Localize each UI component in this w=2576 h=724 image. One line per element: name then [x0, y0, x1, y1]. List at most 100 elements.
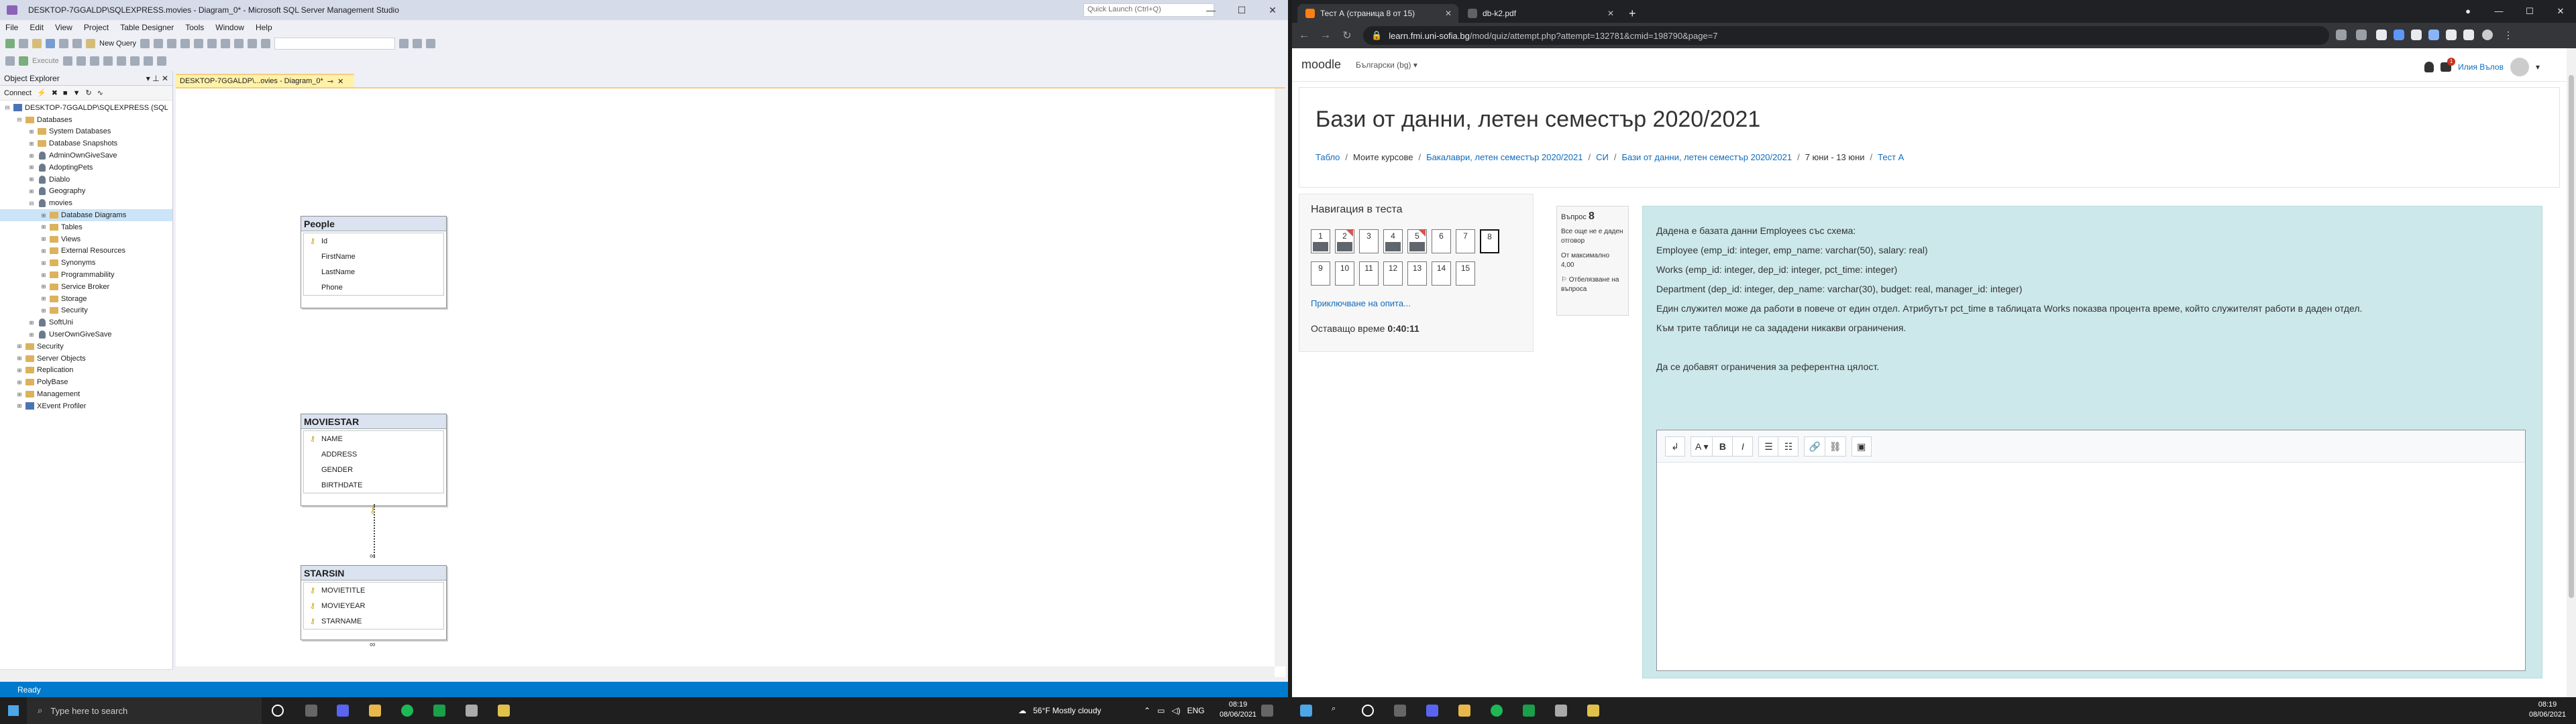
puzzle-icon[interactable]: [2463, 29, 2474, 40]
chrome-icon-2[interactable]: [1491, 705, 1503, 717]
connect-button[interactable]: Connect: [4, 89, 32, 97]
redo-icon[interactable]: [248, 39, 258, 48]
file-explorer-icon[interactable]: [369, 705, 381, 717]
new-tab-button[interactable]: +: [1623, 4, 1644, 23]
discord-icon-2[interactable]: [1426, 705, 1438, 717]
quiz-nav-button[interactable]: 14: [1432, 261, 1451, 286]
expander-icon[interactable]: ⊞: [28, 176, 35, 182]
expander-icon[interactable]: ⊞: [40, 272, 47, 278]
layout-icon[interactable]: [143, 56, 153, 66]
tree-node[interactable]: ⊟ DESKTOP-7GGALDP\SQLEXPRESS (SQL: [0, 102, 172, 114]
task-view-icon[interactable]: [305, 705, 317, 717]
taskbar-search[interactable]: ⌕ Type here to search: [27, 697, 262, 724]
expander-icon[interactable]: ⊟: [4, 105, 11, 111]
solution-config-combo[interactable]: [274, 38, 396, 50]
extension-icon[interactable]: [2376, 29, 2387, 40]
tab-close-icon[interactable]: ✕: [1607, 9, 1614, 18]
weather-widget[interactable]: ☁ 56°F Mostly cloudy: [1018, 697, 1102, 724]
undo-button[interactable]: ↲: [1665, 436, 1685, 457]
link-button[interactable]: 🔗: [1804, 436, 1825, 457]
table-column[interactable]: ⚷ STARNAME: [304, 613, 443, 629]
notification-icon[interactable]: [1261, 705, 1273, 717]
xbox-icon[interactable]: [433, 705, 445, 717]
cortana-icon-2[interactable]: [1362, 705, 1374, 717]
font-style-button[interactable]: A ▾: [1690, 436, 1713, 457]
quiz-nav-button[interactable]: 9: [1311, 261, 1330, 286]
menu-project[interactable]: Project: [84, 23, 109, 32]
table-column[interactable]: Phone: [304, 280, 443, 295]
expander-icon[interactable]: ⊞: [40, 213, 47, 219]
install-icon[interactable]: [2336, 29, 2347, 40]
expander-icon[interactable]: ⊟: [16, 117, 23, 123]
task-view-icon-2[interactable]: [1394, 705, 1406, 717]
user-name[interactable]: Илия Вълов: [2458, 62, 2504, 72]
quiz-nav-button[interactable]: 13: [1407, 261, 1427, 286]
reload-icon[interactable]: ↻: [1338, 29, 1356, 42]
chrome-icon[interactable]: [401, 705, 413, 717]
answer-editor[interactable]: ↲ A ▾ B I ☰ ☷ 🔗 ⛓ ▣: [1656, 430, 2526, 671]
tree-node[interactable]: ⊞ UserOwnGiveSave: [0, 328, 172, 341]
quiz-nav-button[interactable]: 8: [1480, 229, 1499, 253]
db-query-icon[interactable]: [140, 39, 150, 48]
tree-node[interactable]: ⊞ Programmability: [0, 269, 172, 281]
unlink-button[interactable]: ⛓: [1825, 436, 1846, 457]
expander-icon[interactable]: ⊞: [28, 332, 35, 338]
expander-icon[interactable]: ⊞: [40, 248, 47, 254]
quiz-nav-button[interactable]: 2: [1335, 229, 1354, 253]
avatar[interactable]: [2510, 58, 2529, 76]
refresh-icon[interactable]: ↻: [85, 88, 91, 97]
menu-window[interactable]: Window: [215, 23, 244, 32]
tree-node[interactable]: ⊞ PolyBase: [0, 376, 172, 388]
table-column[interactable]: ⚷ Id: [304, 233, 443, 249]
network-icon[interactable]: ▭: [1157, 706, 1165, 715]
profile-icon[interactable]: [2482, 29, 2493, 40]
table-column[interactable]: LastName: [304, 264, 443, 280]
bell-icon[interactable]: [2424, 62, 2434, 72]
extension-icon-4[interactable]: [2428, 29, 2439, 40]
paste-icon[interactable]: [221, 39, 231, 48]
parse-icon[interactable]: [76, 56, 86, 66]
quiz-nav-button[interactable]: 15: [1456, 261, 1475, 286]
search-icon-2[interactable]: ⌕: [1332, 705, 1344, 717]
xmla-query-icon[interactable]: [180, 39, 191, 48]
close-button[interactable]: ✕: [2545, 0, 2576, 23]
chevron-up-icon[interactable]: ⌃: [1144, 706, 1150, 715]
sticky-icon-2[interactable]: [1587, 705, 1599, 717]
windows-start-icon[interactable]: [8, 705, 19, 716]
quiz-nav-button[interactable]: 6: [1432, 229, 1451, 253]
clock-left[interactable]: 08:19 08/06/2021: [1220, 700, 1256, 720]
quiz-nav-button[interactable]: 7: [1456, 229, 1475, 253]
undo-icon[interactable]: [234, 39, 244, 48]
page-breaks-icon[interactable]: [156, 56, 166, 66]
menu-view[interactable]: View: [55, 23, 72, 32]
zoom-icon[interactable]: [129, 56, 140, 66]
messages-icon[interactable]: 1: [2440, 58, 2456, 72]
tab-close-icon[interactable]: ✕: [1445, 9, 1452, 18]
tree-node[interactable]: ⊞ External Resources: [0, 245, 172, 257]
menu-edit[interactable]: Edit: [30, 23, 44, 32]
table-column[interactable]: ⚷ NAME: [304, 431, 443, 446]
back-icon[interactable]: ←: [1295, 29, 1313, 42]
execute-icon[interactable]: [19, 56, 28, 66]
breadcrumb-item[interactable]: Тест А: [1878, 152, 1904, 162]
tree-node[interactable]: ⊞ Security: [0, 305, 172, 317]
moodle-logo[interactable]: moodle: [1301, 58, 1341, 72]
flag-question-link[interactable]: ⚐ Отбелязване на въпроса: [1561, 276, 1624, 294]
tree-node[interactable]: ⊞ Diablo: [0, 174, 172, 186]
editor-textarea[interactable]: [1657, 463, 2525, 670]
tree-node[interactable]: ⊞ Views: [0, 233, 172, 245]
tree-node[interactable]: ⊞ Security: [0, 341, 172, 353]
tree-node[interactable]: ⊞ Storage: [0, 293, 172, 305]
disconnect-icon[interactable]: ✖: [52, 88, 58, 97]
unordered-list-button[interactable]: ☰: [1758, 436, 1779, 457]
expander-icon[interactable]: ⊞: [40, 224, 47, 230]
tree-node[interactable]: ⊞ AdminOwnGiveSave: [0, 149, 172, 162]
maximize-button[interactable]: ☐: [1226, 0, 1257, 20]
tree-node[interactable]: ⊞ Management: [0, 388, 172, 400]
expander-icon[interactable]: ⊞: [16, 379, 23, 385]
filter-icon[interactable]: ▼: [73, 89, 80, 97]
save-icon[interactable]: [59, 39, 68, 48]
maximize-button[interactable]: ☐: [2514, 0, 2545, 23]
tree-node[interactable]: ⊞ System Databases: [0, 126, 172, 138]
connect-icon[interactable]: ⚡: [37, 88, 46, 97]
